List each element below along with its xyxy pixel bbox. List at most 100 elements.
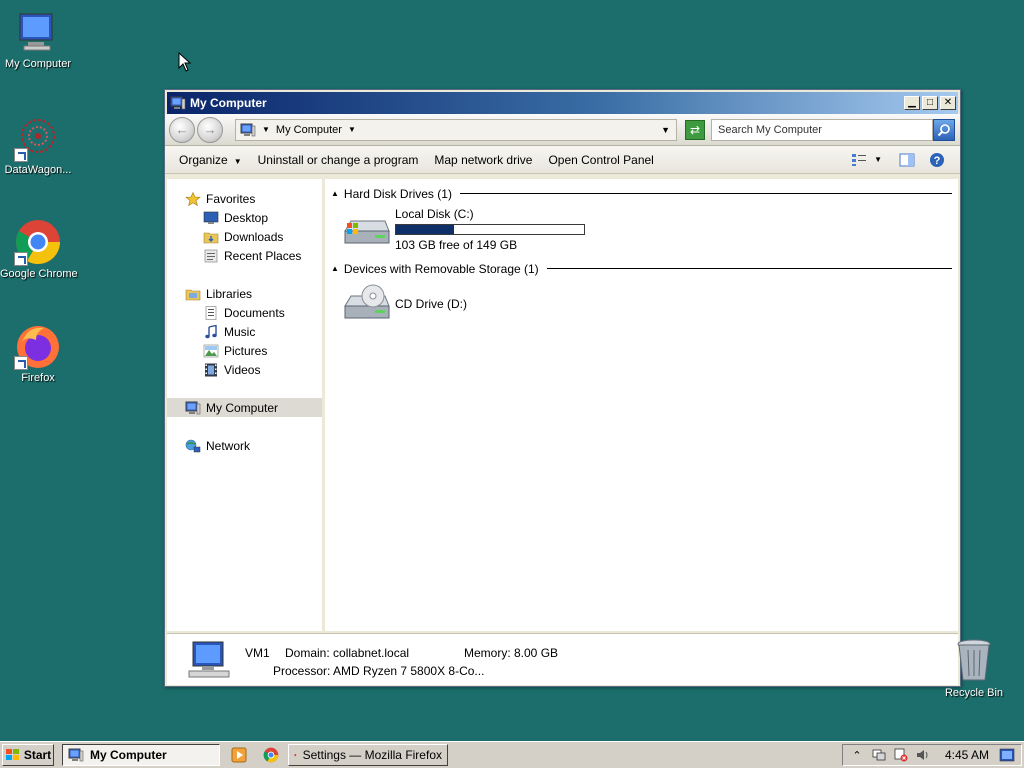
capacity-bar [395, 223, 585, 235]
drive-cd-d[interactable]: CD Drive (D:) [331, 277, 952, 331]
chevron-down-icon[interactable]: ▼ [262, 125, 270, 134]
drive-name: Local Disk (C:) [395, 206, 474, 221]
drive-local-disk-c[interactable]: Local Disk (C:) 103 GB free of 149 GB [331, 202, 952, 256]
nav-pictures[interactable]: Pictures [167, 341, 322, 360]
task-firefox-settings[interactable]: Settings — Mozilla Firefox [288, 744, 448, 766]
my-computer-icon [240, 123, 256, 137]
nav-label: Downloads [224, 229, 284, 244]
recycle-bin-label: Recycle Bin [944, 687, 1004, 699]
search-button[interactable] [933, 118, 955, 141]
my-computer-icon [14, 8, 62, 56]
processor-info: Processor: AMD Ryzen 7 5800X 8-Co... [273, 664, 485, 678]
volume-icon[interactable] [915, 747, 931, 763]
nav-downloads[interactable]: Downloads [167, 227, 322, 246]
network-tray-icon[interactable] [871, 747, 887, 763]
start-button[interactable]: Start [2, 744, 54, 766]
desktop-icon-label: My Computer [4, 58, 72, 70]
pictures-icon [203, 344, 219, 357]
nav-favorites[interactable]: Favorites [167, 189, 322, 208]
group-header-removable-storage[interactable]: ▲ Devices with Removable Storage (1) [331, 260, 952, 277]
collapse-triangle-icon[interactable]: ▲ [331, 189, 339, 198]
desktop-icon-chrome[interactable]: Google Chrome [0, 218, 78, 280]
close-button[interactable]: ✕ [940, 96, 956, 110]
nav-desktop[interactable]: Desktop [167, 208, 322, 227]
address-crumb[interactable]: My Computer [276, 124, 342, 136]
domain-info: Domain: collabnet.local [285, 646, 410, 660]
nav-videos[interactable]: Videos [167, 360, 322, 379]
nav-network[interactable]: Network [167, 436, 322, 455]
maximize-button[interactable]: □ [922, 96, 938, 110]
main-area: Favorites Desktop Downloads Recent Place… [167, 179, 958, 631]
forward-arrow-icon: → [203, 122, 217, 137]
details-pane: VM1 Domain: collabnet.local Memory: 8.00… [167, 633, 958, 685]
chevron-down-icon[interactable]: ▼ [874, 155, 882, 164]
search-input[interactable]: Search My Computer [711, 118, 933, 141]
group-header-hard-disk-drives[interactable]: ▲ Hard Disk Drives (1) [331, 185, 952, 202]
preview-pane-icon[interactable] [898, 152, 916, 168]
show-desktop-icon[interactable] [999, 747, 1015, 763]
task-label: My Computer [90, 748, 167, 762]
collapse-triangle-icon[interactable]: ▲ [331, 264, 339, 273]
desktop-icon-datawagon[interactable]: DataWagon... [0, 114, 76, 176]
show-hidden-icons-icon[interactable]: ⌃ [849, 747, 865, 763]
search-icon [937, 123, 950, 136]
task-my-computer[interactable]: My Computer [62, 744, 220, 766]
nav-label: Desktop [224, 210, 269, 225]
firefox-icon [294, 753, 297, 757]
media-player-icon[interactable] [230, 746, 248, 764]
forward-button[interactable]: → [197, 116, 223, 143]
videos-icon [205, 363, 217, 376]
title-bar[interactable]: My Computer ▁ □ ✕ [167, 92, 958, 114]
desktop-icon-label: DataWagon... [4, 164, 72, 176]
action-center-alert-icon[interactable] [893, 747, 909, 763]
view-options-icon[interactable] [850, 152, 868, 168]
network-icon [185, 439, 201, 452]
address-bar: ← → ▼ My Computer ▼ ▼ ⇄ Search My Comput… [165, 114, 960, 146]
cd-drive-icon [341, 284, 391, 324]
help-icon[interactable]: ? [928, 152, 946, 168]
nav-label: Videos [224, 362, 261, 377]
organize-button[interactable]: Organize ▼ [179, 153, 242, 167]
refresh-button[interactable]: ⇄ [685, 119, 705, 140]
chrome-icon[interactable] [262, 746, 280, 764]
command-bar: Organize ▼ Uninstall or change a program … [165, 146, 960, 174]
map-network-drive-button[interactable]: Map network drive [434, 153, 532, 167]
computer-icon [188, 641, 230, 678]
downloads-folder-icon [203, 232, 219, 243]
desktop-icon-recycle-bin[interactable]: Recycle Bin [940, 636, 1008, 699]
taskbar: Start My Computer Settings — Mozilla Fir… [0, 741, 1024, 768]
nav-documents[interactable]: Documents [167, 303, 322, 322]
clock[interactable]: 4:45 AM [945, 748, 989, 762]
my-computer-icon [185, 401, 201, 415]
explorer-window: My Computer ▁ □ ✕ ← → ▼ My Computer ▼ ▼ … [164, 89, 961, 687]
content-pane: ▲ Hard Disk Drives (1) Local Disk (C:) 1… [325, 179, 958, 631]
uninstall-program-button[interactable]: Uninstall or change a program [258, 153, 419, 167]
nav-my-computer[interactable]: My Computer [167, 398, 322, 417]
navigation-pane[interactable]: Favorites Desktop Downloads Recent Place… [167, 179, 325, 631]
open-control-panel-button[interactable]: Open Control Panel [548, 153, 653, 167]
datawagon-icon [14, 114, 62, 162]
chevron-down-icon: ▼ [233, 156, 242, 166]
capacity-fill [396, 224, 455, 234]
nav-libraries[interactable]: Libraries [167, 284, 322, 303]
desktop-icon-firefox[interactable]: Firefox [0, 322, 76, 384]
nav-label: Network [206, 438, 251, 453]
chevron-down-icon[interactable]: ▼ [348, 125, 356, 134]
nav-label: Pictures [224, 343, 268, 358]
mouse-cursor-icon [178, 52, 192, 72]
window-title: My Computer [190, 96, 267, 110]
address-field[interactable]: ▼ My Computer ▼ ▼ [235, 118, 677, 141]
refresh-icon: ⇄ [689, 122, 701, 137]
nav-recent-places[interactable]: Recent Places [167, 246, 322, 265]
star-icon [185, 191, 201, 206]
address-dropdown-icon[interactable]: ▼ [661, 125, 670, 135]
back-button[interactable]: ← [169, 116, 195, 143]
chrome-icon [14, 218, 62, 266]
recycle-bin-icon [957, 639, 991, 681]
nav-music[interactable]: Music [167, 322, 322, 341]
desktop-icon-my-computer[interactable]: My Computer [0, 8, 76, 70]
task-label: Settings — Mozilla Firefox [302, 748, 442, 762]
minimize-button[interactable]: ▁ [904, 96, 920, 110]
nav-label: Music [224, 324, 256, 339]
drive-name: CD Drive (D:) [395, 297, 467, 311]
